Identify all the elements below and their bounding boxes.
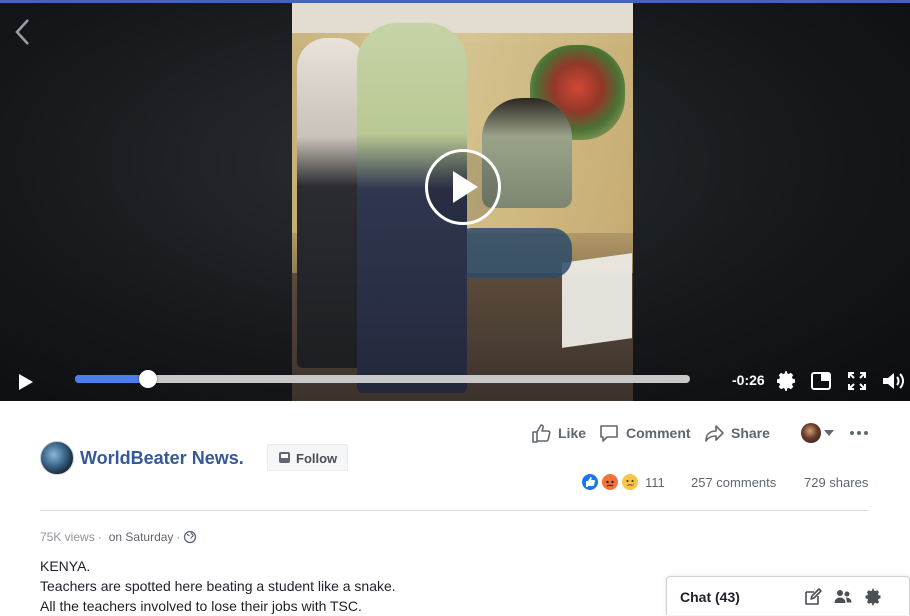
like-button[interactable]: Like xyxy=(530,420,586,446)
post-text: KENYA. Teachers are spotted here beating… xyxy=(40,556,396,616)
reactions-summary[interactable] xyxy=(580,472,642,494)
follow-button[interactable]: Follow xyxy=(267,444,348,471)
page-name-link[interactable]: WorldBeater News. xyxy=(80,448,244,469)
new-message-icon[interactable] xyxy=(803,587,823,607)
play-circle-icon[interactable] xyxy=(425,149,501,225)
caret-down-icon xyxy=(824,430,834,436)
comment-button[interactable]: Comment xyxy=(598,420,691,446)
chat-label: Chat (43) xyxy=(680,589,740,605)
like-reaction-icon xyxy=(580,472,600,492)
gear-icon[interactable] xyxy=(774,369,798,393)
video-progress-fill xyxy=(75,375,148,383)
thumbs-up-icon xyxy=(532,424,551,443)
globe-icon[interactable] xyxy=(183,530,197,544)
post-date-link[interactable]: on Saturday xyxy=(109,530,174,544)
post-text-line: Teachers are spotted here beating a stud… xyxy=(40,578,396,594)
video-scene-papers xyxy=(562,253,632,348)
sad-reaction-icon xyxy=(620,472,640,492)
comment-label: Comment xyxy=(626,425,691,441)
group-chat-icon[interactable] xyxy=(833,587,853,607)
video-controls: -0:26 xyxy=(0,363,910,401)
meta-separator: · xyxy=(97,530,102,544)
fullscreen-icon[interactable] xyxy=(845,369,869,393)
video-scrubber-handle[interactable] xyxy=(138,370,157,388)
play-icon[interactable] xyxy=(14,371,36,393)
viewer-avatar xyxy=(801,423,821,443)
post-text-line: KENYA. xyxy=(40,558,91,574)
comments-count[interactable]: 257 comments xyxy=(691,475,776,490)
divider xyxy=(40,510,869,511)
like-label: Like xyxy=(558,425,587,441)
follow-icon xyxy=(279,452,290,463)
comment-icon xyxy=(600,425,618,442)
more-options-icon[interactable] xyxy=(848,424,870,442)
video-player[interactable]: -0:26 xyxy=(0,3,910,401)
meta-separator: · xyxy=(176,530,181,544)
chat-bar[interactable]: Chat (43) xyxy=(666,576,910,615)
time-remaining: -0:26 xyxy=(732,372,765,388)
gear-icon[interactable] xyxy=(863,587,883,607)
post-text-line: All the teachers involved to lose their … xyxy=(40,598,362,614)
share-label: Share xyxy=(731,425,770,441)
angry-reaction-icon xyxy=(600,472,620,492)
view-count: 75K views xyxy=(40,530,95,544)
video-progress-bar[interactable] xyxy=(75,370,690,388)
picture-in-picture-icon[interactable] xyxy=(809,369,833,393)
chevron-left-icon[interactable] xyxy=(12,17,32,47)
volume-icon[interactable] xyxy=(881,369,905,393)
post-meta: 75K views · on Saturday · xyxy=(40,530,197,544)
avatar[interactable] xyxy=(40,441,74,475)
share-button[interactable]: Share xyxy=(703,420,770,446)
share-icon xyxy=(705,425,724,442)
post-as-selector[interactable] xyxy=(801,423,837,443)
shares-count[interactable]: 729 shares xyxy=(804,475,868,490)
follow-label: Follow xyxy=(296,451,338,466)
video-scene-figure xyxy=(452,228,572,278)
reaction-count[interactable]: 111 xyxy=(645,475,665,490)
